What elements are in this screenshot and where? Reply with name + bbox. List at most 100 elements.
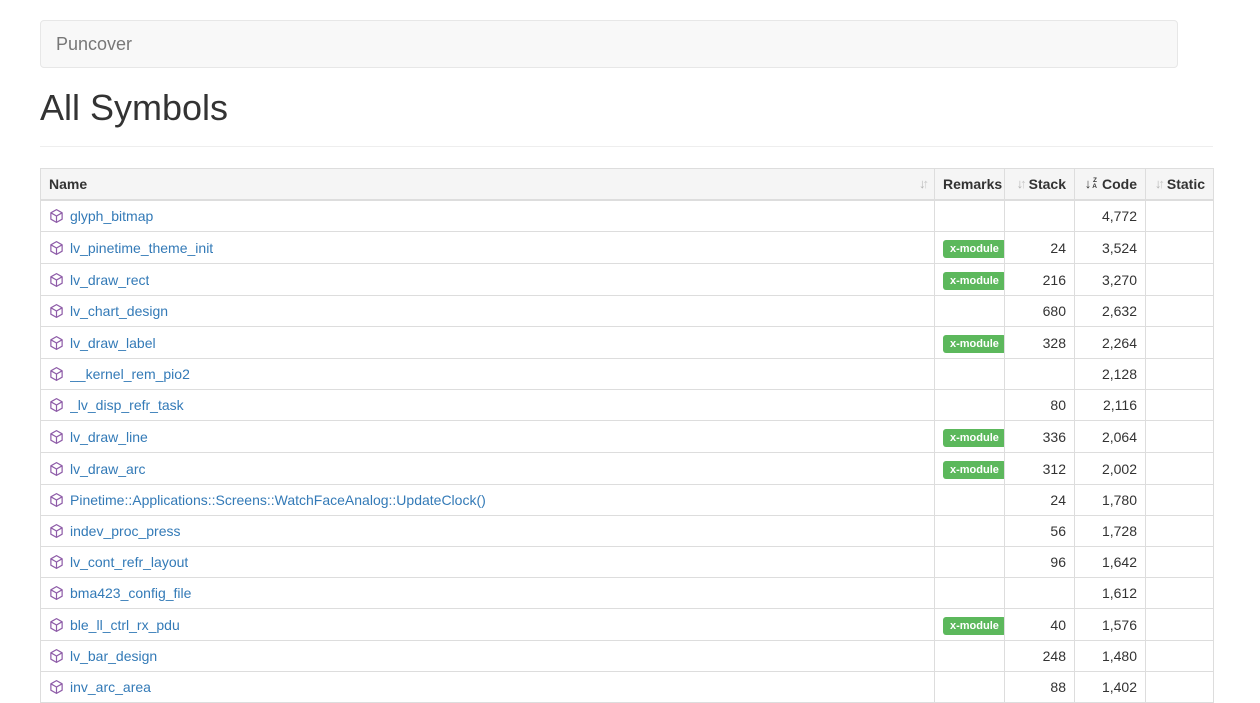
table-row: __kernel_rem_pio2 2,128 bbox=[41, 359, 1214, 390]
symbol-cube-icon bbox=[49, 617, 64, 633]
symbol-link[interactable]: lv_draw_arc bbox=[70, 459, 145, 479]
symbol-link[interactable]: Pinetime::Applications::Screens::WatchFa… bbox=[70, 490, 486, 510]
page-title: All Symbols bbox=[40, 88, 1260, 128]
column-label-stack: Stack bbox=[1029, 174, 1066, 194]
static-cell bbox=[1146, 609, 1214, 641]
static-cell bbox=[1146, 390, 1214, 421]
symbol-link[interactable]: lv_draw_line bbox=[70, 427, 148, 447]
symbol-cube-icon bbox=[49, 208, 64, 224]
table-row: lv_draw_rect x-module 216 3,270 bbox=[41, 264, 1214, 296]
x-module-badge: x-module bbox=[943, 617, 1005, 635]
code-cell: 4,772 bbox=[1075, 200, 1146, 232]
remarks-cell bbox=[935, 641, 1005, 672]
column-label-name: Name bbox=[49, 174, 87, 194]
symbol-link[interactable]: inv_arc_area bbox=[70, 677, 151, 697]
navbar: Puncover bbox=[40, 20, 1178, 68]
symbol-cube-icon bbox=[49, 366, 64, 382]
remarks-cell bbox=[935, 578, 1005, 609]
symbol-link[interactable]: ble_ll_ctrl_rx_pdu bbox=[70, 615, 180, 635]
symbol-link[interactable]: lv_bar_design bbox=[70, 646, 157, 666]
table-row: inv_arc_area 88 1,402 bbox=[41, 672, 1214, 703]
navbar-brand[interactable]: Puncover bbox=[41, 21, 147, 67]
table-row: ble_ll_ctrl_rx_pdu x-module 40 1,576 bbox=[41, 609, 1214, 641]
static-cell bbox=[1146, 200, 1214, 232]
symbol-cube-icon bbox=[49, 492, 64, 508]
table-row: lv_cont_refr_layout 96 1,642 bbox=[41, 547, 1214, 578]
code-cell: 3,524 bbox=[1075, 232, 1146, 264]
static-cell bbox=[1146, 547, 1214, 578]
column-label-static: Static bbox=[1167, 174, 1205, 194]
remarks-cell: x-module bbox=[935, 453, 1005, 485]
remarks-cell: x-module bbox=[935, 264, 1005, 296]
column-header-stack[interactable]: ↓↑ Stack bbox=[1005, 169, 1075, 201]
symbol-cube-icon bbox=[49, 303, 64, 319]
static-cell bbox=[1146, 641, 1214, 672]
symbol-cube-icon bbox=[49, 397, 64, 413]
sort-desc-icon: ↓ZA bbox=[1085, 174, 1097, 194]
table-row: lv_bar_design 248 1,480 bbox=[41, 641, 1214, 672]
symbol-link[interactable]: lv_pinetime_theme_init bbox=[70, 238, 213, 258]
symbol-cube-icon bbox=[49, 461, 64, 477]
symbols-table: Name ↓↑ Remarks ↓↑ Stack ↓ZA Cod bbox=[40, 168, 1214, 703]
stack-cell: 216 bbox=[1005, 264, 1075, 296]
code-cell: 1,402 bbox=[1075, 672, 1146, 703]
stack-cell: 24 bbox=[1005, 232, 1075, 264]
code-cell: 1,780 bbox=[1075, 485, 1146, 516]
x-module-badge: x-module bbox=[943, 272, 1005, 290]
sort-icon: ↓↑ bbox=[1155, 174, 1162, 194]
static-cell bbox=[1146, 264, 1214, 296]
static-cell bbox=[1146, 516, 1214, 547]
code-cell: 2,064 bbox=[1075, 421, 1146, 453]
code-cell: 1,612 bbox=[1075, 578, 1146, 609]
stack-cell: 312 bbox=[1005, 453, 1075, 485]
symbol-link[interactable]: indev_proc_press bbox=[70, 521, 181, 541]
static-cell bbox=[1146, 485, 1214, 516]
table-row: _lv_disp_refr_task 80 2,116 bbox=[41, 390, 1214, 421]
symbol-link[interactable]: _lv_disp_refr_task bbox=[70, 395, 184, 415]
stack-cell: 96 bbox=[1005, 547, 1075, 578]
remarks-cell bbox=[935, 359, 1005, 390]
symbol-link[interactable]: lv_draw_label bbox=[70, 333, 156, 353]
symbol-link[interactable]: lv_cont_refr_layout bbox=[70, 552, 188, 572]
column-header-remarks[interactable]: Remarks bbox=[935, 169, 1005, 201]
remarks-cell: x-module bbox=[935, 327, 1005, 359]
symbol-cube-icon bbox=[49, 429, 64, 445]
x-module-badge: x-module bbox=[943, 240, 1005, 258]
code-cell: 2,264 bbox=[1075, 327, 1146, 359]
symbol-link[interactable]: glyph_bitmap bbox=[70, 206, 153, 226]
column-label-code: Code bbox=[1102, 174, 1137, 194]
static-cell bbox=[1146, 359, 1214, 390]
static-cell bbox=[1146, 327, 1214, 359]
stack-cell bbox=[1005, 578, 1075, 609]
stack-cell: 680 bbox=[1005, 296, 1075, 327]
column-header-static[interactable]: ↓↑ Static bbox=[1146, 169, 1214, 201]
table-header-row: Name ↓↑ Remarks ↓↑ Stack ↓ZA Cod bbox=[41, 169, 1214, 201]
code-cell: 3,270 bbox=[1075, 264, 1146, 296]
stack-cell: 24 bbox=[1005, 485, 1075, 516]
x-module-badge: x-module bbox=[943, 429, 1005, 447]
code-cell: 1,576 bbox=[1075, 609, 1146, 641]
column-header-code[interactable]: ↓ZA Code bbox=[1075, 169, 1146, 201]
code-cell: 2,002 bbox=[1075, 453, 1146, 485]
symbol-link[interactable]: __kernel_rem_pio2 bbox=[70, 364, 190, 384]
static-cell bbox=[1146, 421, 1214, 453]
page: Puncover All Symbols Name ↓↑ Remarks bbox=[0, 0, 1260, 703]
static-cell bbox=[1146, 578, 1214, 609]
static-cell bbox=[1146, 296, 1214, 327]
symbol-link[interactable]: lv_chart_design bbox=[70, 301, 168, 321]
stack-cell: 88 bbox=[1005, 672, 1075, 703]
remarks-cell bbox=[935, 200, 1005, 232]
x-module-badge: x-module bbox=[943, 461, 1005, 479]
symbol-link[interactable]: lv_draw_rect bbox=[70, 270, 149, 290]
stack-cell: 40 bbox=[1005, 609, 1075, 641]
symbol-link[interactable]: bma423_config_file bbox=[70, 583, 191, 603]
table-row: lv_draw_label x-module 328 2,264 bbox=[41, 327, 1214, 359]
column-header-name[interactable]: Name ↓↑ bbox=[41, 169, 935, 201]
stack-cell: 328 bbox=[1005, 327, 1075, 359]
symbol-cube-icon bbox=[49, 679, 64, 695]
stack-cell: 80 bbox=[1005, 390, 1075, 421]
symbol-cube-icon bbox=[49, 523, 64, 539]
divider bbox=[40, 146, 1213, 147]
sort-icon: ↓↑ bbox=[1017, 174, 1024, 194]
column-label-remarks: Remarks bbox=[943, 176, 1002, 192]
